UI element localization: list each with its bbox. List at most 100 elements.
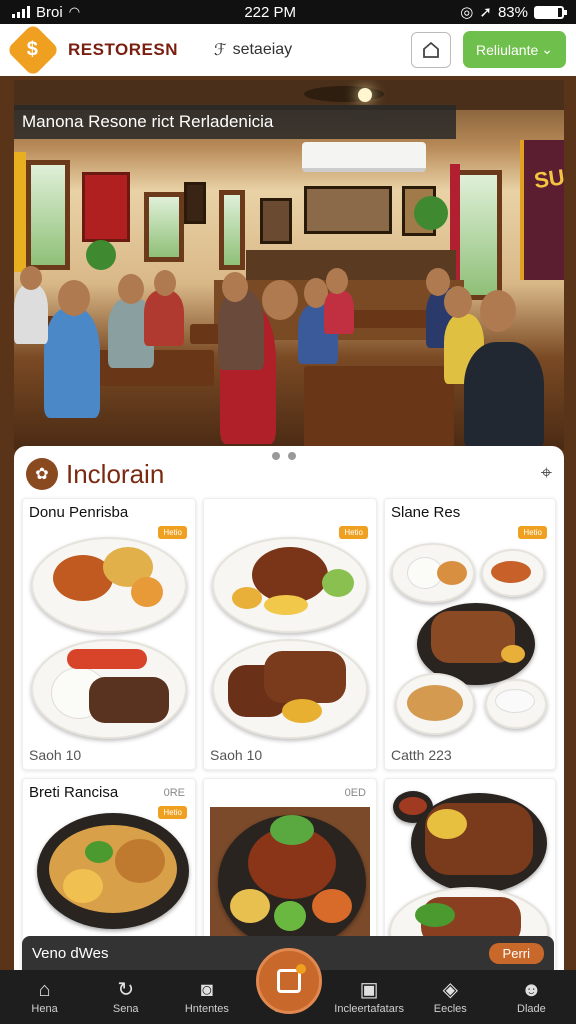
food-egg	[427, 809, 467, 839]
nav-item-hntentes[interactable]: ◙ Hntentes	[166, 970, 247, 1024]
card-badge: Hetio	[339, 526, 368, 539]
red-banner	[82, 172, 130, 242]
strip-button[interactable]: Perri	[488, 942, 544, 964]
home-icon: ⌂	[38, 979, 51, 1001]
nav-label: Incleertafatars	[334, 1003, 404, 1015]
card-title: Donu Penrisba	[29, 504, 129, 521]
diner-head	[20, 266, 42, 290]
air-conditioner	[302, 142, 426, 172]
battery-icon	[534, 5, 567, 19]
nav-item-sena[interactable]: ↻ Sena	[85, 970, 166, 1024]
nav-item-home[interactable]: ⌂ Hena	[4, 970, 85, 1024]
diner-head	[58, 280, 90, 316]
food-herbs	[270, 815, 314, 845]
nav-item-eecles[interactable]: ◈ Eecles	[410, 970, 491, 1024]
food-egg	[501, 645, 525, 663]
food-category-icon: ✿	[26, 458, 58, 490]
food-carrot	[312, 889, 352, 923]
diner	[14, 284, 48, 344]
card-subtitle: 0RE	[163, 787, 185, 799]
menu-card[interactable]: Hetio Saoh 10	[203, 498, 377, 770]
menu-card[interactable]: Donu Penrisba Hetio Saoh 10	[22, 498, 196, 770]
status-bar: Broi ◠ 222 PM ◎ ➚ 83%	[0, 0, 576, 24]
brand-name: RESTORESN	[68, 40, 178, 59]
window-middle	[219, 190, 245, 270]
diner	[324, 290, 354, 334]
banner-text: SUNA	[532, 159, 564, 194]
reliulante-button[interactable]: Reliulante ⌄	[463, 31, 566, 68]
diner-head	[326, 268, 348, 294]
sun-banner: SUNA	[520, 140, 564, 280]
diner	[464, 342, 544, 450]
diner-head	[262, 280, 298, 320]
chevron-down-icon: ⌄	[541, 41, 553, 57]
search-text: setaeiay	[232, 41, 293, 58]
signal-icon	[12, 6, 30, 18]
card-badge: Hetio	[158, 526, 187, 539]
nav-label: Hena	[31, 1003, 58, 1015]
cube-icon: ◈	[442, 979, 458, 1001]
card-subtitle: 0ED	[344, 787, 366, 799]
dining-table-right	[304, 366, 454, 450]
nav-label: Eecles	[433, 1003, 467, 1015]
strip-label: Veno dWes	[32, 944, 109, 962]
dollar-diamond-icon[interactable]: $	[6, 23, 60, 77]
counter-shelf	[246, 250, 456, 284]
ceiling-lamp	[358, 88, 372, 102]
alarm-icon: ◎	[460, 4, 474, 21]
curtain-left	[14, 152, 26, 272]
diner	[218, 290, 264, 370]
diner-head	[222, 272, 248, 302]
camera-icon: ◙	[200, 979, 213, 1001]
nav-item-dlade[interactable]: ☻ Dlade	[491, 970, 572, 1024]
window-back	[144, 192, 184, 262]
food-potato	[264, 595, 308, 615]
food-vegetable	[274, 901, 306, 931]
hero-image[interactable]: SUNA Manona Resone rict Rerladenicia	[14, 80, 564, 450]
food-vegetable	[230, 889, 270, 923]
plant-left	[86, 240, 116, 270]
food-tofu	[63, 869, 103, 903]
food-herbs	[85, 841, 113, 863]
food-potato	[232, 587, 262, 609]
cart-button[interactable]	[256, 948, 322, 1014]
search-field[interactable]: ℱ setaeiay	[214, 40, 384, 60]
food-fish	[264, 651, 346, 703]
menu-board	[304, 186, 392, 234]
tag-icon[interactable]: ⌖	[541, 462, 552, 485]
status-time: 222 PM	[244, 3, 297, 21]
battery-level	[536, 7, 558, 17]
card-price: Catth 223	[391, 747, 452, 763]
food-meat	[89, 677, 169, 723]
location-icon: ➚	[479, 4, 492, 21]
hero-title: Manona Resone rict Rerladenicia	[14, 105, 456, 139]
nav-label: Sena	[112, 1003, 139, 1015]
food-noodles	[407, 685, 463, 721]
diner-head	[154, 270, 176, 296]
status-right: ◎ ➚ 83%	[460, 3, 567, 21]
food-sauce	[495, 689, 535, 713]
card-title: Breti Rancisa	[29, 784, 119, 801]
window-left	[26, 160, 70, 270]
cart-icon	[277, 964, 306, 993]
menu-card[interactable]: Slane Res Hetio Catth 223	[384, 498, 556, 770]
app-header: $ RESTORESN ℱ setaeiay Reliulante ⌄	[0, 23, 576, 77]
card-price: Saoh 10	[210, 747, 263, 763]
status-left: Broi ◠	[12, 4, 80, 21]
diner-head	[444, 286, 472, 318]
card-badge: Hetio	[158, 806, 187, 819]
food-vegetable	[322, 569, 354, 597]
pager-dots[interactable]	[272, 452, 296, 460]
card-price: Saoh 10	[29, 747, 82, 763]
diner-head	[480, 290, 516, 332]
card-title: Slane Res	[391, 504, 461, 521]
food-sauce	[399, 797, 427, 815]
nav-item-incleertafatars[interactable]: ▣ Incleertafatars	[329, 970, 410, 1024]
food-salsa	[67, 649, 147, 669]
profile-icon: ☻	[520, 979, 542, 1001]
card-badge: Hetio	[518, 526, 547, 539]
diner-head	[118, 274, 144, 304]
wall-picture	[260, 198, 292, 244]
home-button[interactable]	[411, 32, 451, 68]
food-side	[131, 577, 163, 607]
